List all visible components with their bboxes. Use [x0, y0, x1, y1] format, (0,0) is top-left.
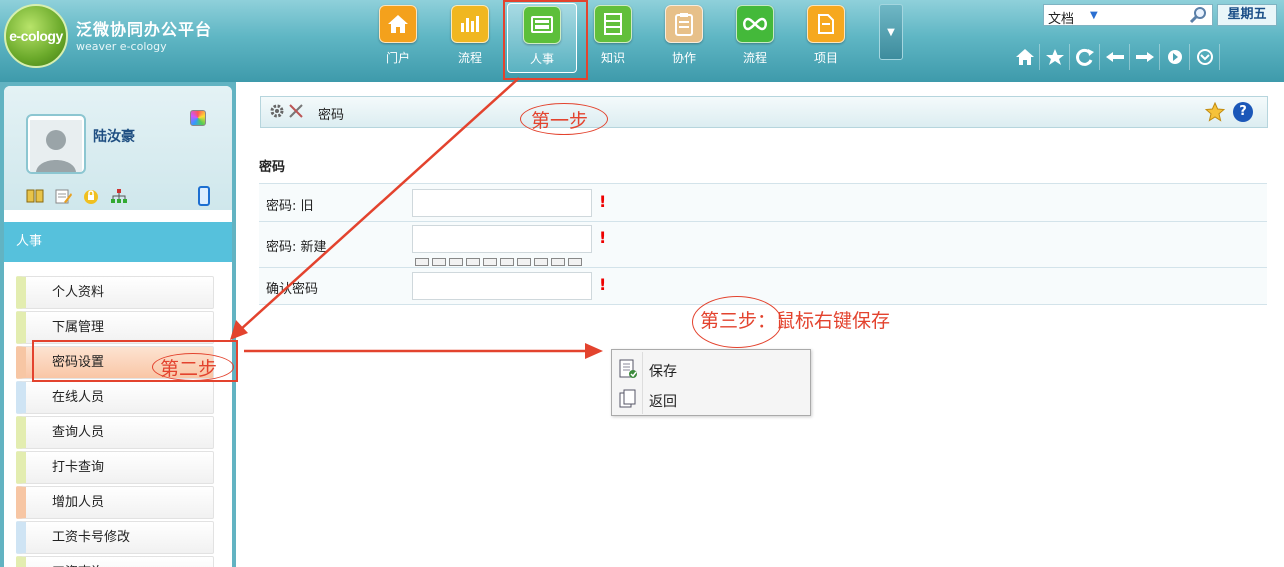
sidebar-menu: 个人资料 下属管理 密码设置 在线人员 查询人员 打卡查询 增加人员 工资卡号修…: [16, 276, 214, 567]
forward-arrow-icon[interactable]: [1130, 44, 1160, 70]
nav-item-project[interactable]: 项目: [791, 3, 861, 73]
form-row-confirm-password: 确认密码 !: [259, 267, 1267, 305]
step3-label: 第三步：鼠标右键保存: [700, 310, 891, 332]
book-icon[interactable]: [26, 188, 44, 204]
infinity-icon: [736, 5, 774, 43]
user-tools: [26, 188, 128, 204]
form-row-new-password: 密码: 新建 !: [259, 221, 1267, 267]
sidebar-item-search-people[interactable]: 查询人员: [16, 416, 214, 449]
form-title: 密码: [259, 160, 286, 175]
left-panel: 陆汝豪 人事 个人资料 下属管理 密码设置 在线人员 查询人员 打卡查询 增加人…: [4, 86, 232, 567]
step1-label: 第一步: [531, 110, 589, 132]
password-strength-meter: [415, 258, 582, 266]
save-icon: [619, 359, 637, 378]
bar-chart-icon: [451, 5, 489, 43]
brand-title: 泛微协同办公平台: [76, 20, 213, 39]
org-chart-icon[interactable]: [110, 188, 128, 204]
chevron-down-icon[interactable]: ▼: [1090, 10, 1098, 21]
form-row-old-password: 密码: 旧 !: [259, 183, 1267, 221]
sidebar-item-profile[interactable]: 个人资料: [16, 276, 214, 309]
nav-more-dropdown[interactable]: ▼: [879, 4, 903, 60]
field-label: 密码: 旧: [266, 199, 314, 214]
nav-item-portal[interactable]: 门户: [363, 3, 433, 73]
chevron-down-icon: ▼: [887, 26, 895, 38]
section-title: 人事: [4, 222, 232, 262]
brand-subtitle: weaver e-cology: [76, 40, 167, 53]
left-sidebar: 陆汝豪 人事 个人资料 下属管理 密码设置 在线人员 查询人员 打卡查询 增加人…: [0, 82, 236, 567]
nav-item-collaboration[interactable]: 协作: [649, 3, 719, 73]
field-label: 确认密码: [266, 282, 319, 297]
password-form: 密码: 旧 ! 密码: 新建 ! 确认密码 !: [259, 183, 1267, 305]
tools-icon: [289, 104, 303, 118]
logo-text: e-cology: [9, 28, 63, 44]
collapse-circle-icon[interactable]: [1190, 44, 1220, 70]
header-icons: [269, 103, 304, 119]
user-name[interactable]: 陆汝豪: [93, 126, 135, 146]
back-icon: [619, 389, 636, 408]
avatar[interactable]: [26, 114, 86, 174]
cabinet-icon: [594, 5, 632, 43]
home-icon[interactable]: [1010, 44, 1040, 70]
context-menu-save[interactable]: 保存: [612, 355, 810, 383]
nav-item-process[interactable]: 流程: [720, 3, 790, 73]
nav-item-workflow[interactable]: 流程: [435, 3, 505, 73]
step1-highlight-box: [503, 0, 588, 80]
sidebar-item-salary-query[interactable]: 工资查询: [16, 556, 214, 567]
refresh-icon[interactable]: [1070, 44, 1100, 70]
page-header: 密码 ?: [260, 96, 1268, 128]
nav-label: 流程: [457, 51, 482, 65]
toolbar: [1010, 44, 1220, 70]
sidebar-item-online-users[interactable]: 在线人员: [16, 381, 214, 414]
sidebar-item-attendance-query[interactable]: 打卡查询: [16, 451, 214, 484]
top-bar: e-cology 泛微协同办公平台 weaver e-cology 门户 流程 …: [0, 0, 1284, 82]
note-icon[interactable]: [54, 188, 72, 204]
nav-label: 门户: [385, 51, 410, 65]
back-arrow-icon[interactable]: [1100, 44, 1130, 70]
nav-label: 协作: [671, 51, 696, 65]
nav-label: 知识: [600, 51, 625, 65]
nav-item-knowledge[interactable]: 知识: [578, 3, 648, 73]
nav-label: 项目: [813, 51, 838, 65]
context-menu: 保存 返回: [611, 349, 811, 416]
context-menu-label: 保存: [649, 364, 677, 380]
mobile-icon[interactable]: [198, 186, 210, 206]
home-icon: [379, 5, 417, 43]
search-box[interactable]: 文档 ▼: [1043, 4, 1213, 27]
search-icon[interactable]: [1189, 6, 1209, 24]
step2-label: 第二步: [160, 358, 218, 380]
page-title: 密码: [318, 108, 345, 123]
star-icon[interactable]: [1205, 102, 1225, 122]
new-password-input[interactable]: [412, 225, 592, 253]
required-mark: !: [599, 192, 607, 211]
sidebar-item-salary-card[interactable]: 工资卡号修改: [16, 521, 214, 554]
required-mark: !: [599, 228, 607, 247]
search-type-select[interactable]: 文档: [1048, 8, 1074, 27]
lock-icon[interactable]: [82, 188, 100, 204]
user-card: 陆汝豪: [4, 86, 232, 210]
context-menu-back[interactable]: 返回: [612, 385, 810, 413]
old-password-input[interactable]: [412, 189, 592, 217]
confirm-password-input[interactable]: [412, 272, 592, 300]
required-mark: !: [599, 275, 607, 294]
field-label: 密码: 新建: [266, 240, 327, 255]
star-icon[interactable]: [1040, 44, 1070, 70]
context-menu-label: 返回: [649, 394, 677, 410]
next-circle-icon[interactable]: [1160, 44, 1190, 70]
weekday-label: 星期五: [1217, 4, 1277, 26]
help-icon[interactable]: ?: [1233, 102, 1253, 122]
nav-label: 流程: [742, 51, 767, 65]
sidebar-item-add-person[interactable]: 增加人员: [16, 486, 214, 519]
skin-icon[interactable]: [190, 110, 206, 126]
gear-icon: [270, 104, 284, 118]
logo: e-cology: [4, 4, 68, 68]
clipboard-icon: [665, 5, 703, 43]
folder-icon: [807, 5, 845, 43]
